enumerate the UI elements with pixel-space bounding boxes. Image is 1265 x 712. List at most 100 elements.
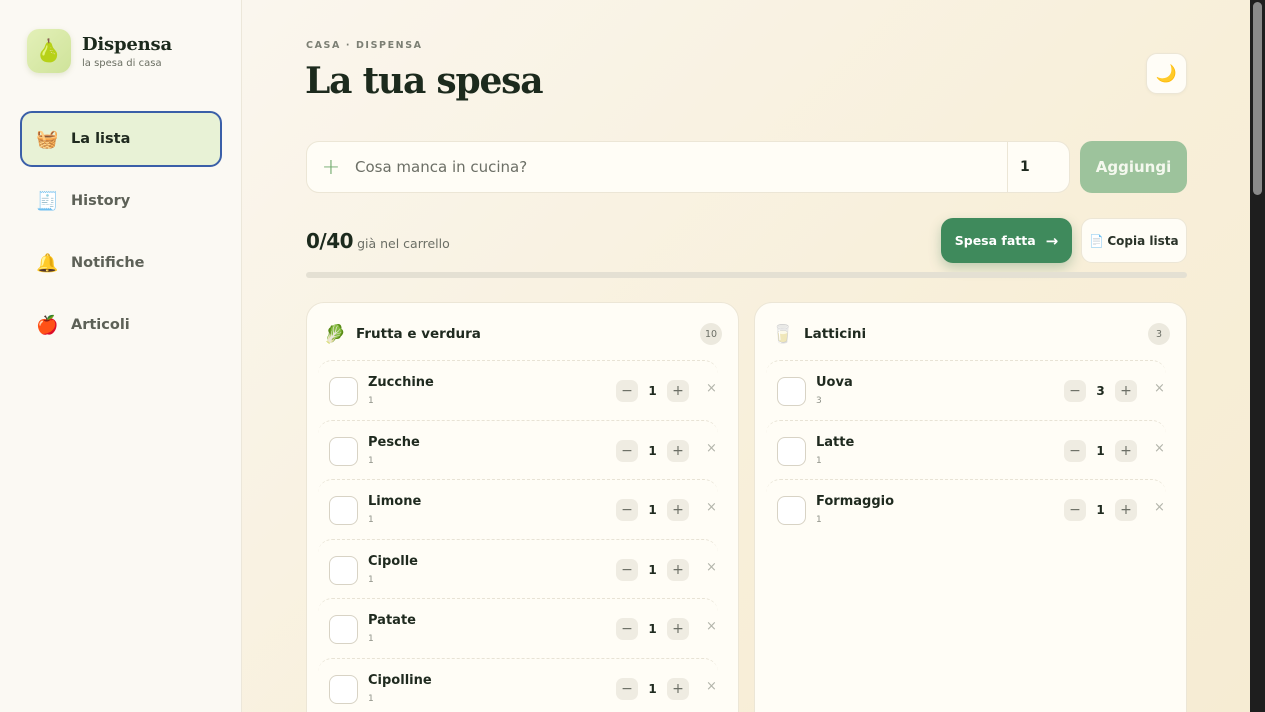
- remove-item-button[interactable]: ×: [706, 441, 717, 456]
- increment-button[interactable]: +: [667, 558, 689, 581]
- decrement-button[interactable]: −: [616, 380, 638, 402]
- sidebar-item-history[interactable]: 🧾 History: [20, 173, 222, 229]
- item-checkbox[interactable]: [329, 615, 358, 644]
- remove-item-button[interactable]: ×: [1154, 500, 1165, 515]
- decrement-button[interactable]: −: [1064, 499, 1086, 521]
- quantity-value: 1: [1096, 503, 1105, 517]
- item-checkbox[interactable]: [329, 377, 358, 406]
- bell-icon: 🔔: [36, 252, 59, 274]
- main-content: CASA · DISPENSA La tua spesa 🌙 + Aggiung…: [242, 0, 1250, 712]
- copy-list-button[interactable]: 📄 Copia lista: [1081, 218, 1187, 263]
- category-title: Frutta e verdura: [356, 326, 481, 342]
- copy-list-label: Copia lista: [1107, 233, 1179, 248]
- decrement-button[interactable]: −: [1064, 439, 1086, 462]
- scrollbar[interactable]: [1250, 0, 1265, 712]
- quantity-stepper: −1 +: [616, 380, 689, 402]
- quantity-stepper: −1 +: [616, 677, 689, 700]
- decrement-button[interactable]: −: [616, 439, 638, 462]
- quantity-value: 1: [648, 562, 657, 577]
- quantity-stepper: −1 +: [616, 558, 689, 581]
- sidebar-item-notifiche[interactable]: 🔔 Notifiche: [20, 235, 222, 291]
- quantity-value: 1: [1096, 443, 1105, 458]
- shopping-done-button[interactable]: Spesa fatta →: [941, 218, 1072, 263]
- sidebar-item-label: Notifiche: [71, 255, 145, 271]
- item-quantity-note: 1: [368, 396, 374, 406]
- quantity-value: 1: [648, 622, 657, 636]
- item-quantity-note: 1: [368, 693, 374, 704]
- category-title: Latticini: [804, 326, 867, 342]
- item-quantity-note: 3: [816, 396, 822, 406]
- item-checkbox[interactable]: [329, 436, 358, 466]
- increment-button[interactable]: +: [1115, 380, 1137, 402]
- remove-item-button[interactable]: ×: [706, 381, 717, 396]
- cart-progress-label: già nel carrello: [357, 236, 450, 251]
- list-item: Uova 3−3 + ×: [766, 360, 1166, 420]
- item-checkbox[interactable]: [329, 674, 358, 704]
- remove-item-button[interactable]: ×: [1154, 381, 1165, 396]
- apple-icon: 🍎: [36, 314, 59, 336]
- glass-of-milk-icon: 🥛: [771, 323, 795, 345]
- increment-button[interactable]: +: [667, 677, 689, 700]
- increment-button[interactable]: +: [667, 380, 689, 402]
- increment-button[interactable]: +: [1115, 499, 1137, 521]
- pear-logo-icon: 🍐: [27, 29, 71, 73]
- item-checkbox[interactable]: [329, 555, 358, 585]
- item-name: Cipolle: [368, 553, 418, 569]
- add-button[interactable]: Aggiungi: [1080, 141, 1187, 193]
- quantity-value: 1: [648, 503, 657, 517]
- item-name: Latte: [816, 434, 855, 450]
- remove-item-button[interactable]: ×: [706, 560, 717, 575]
- sidebar-item-label: La lista: [71, 131, 131, 147]
- item-name-input[interactable]: [355, 158, 1007, 176]
- quantity-stepper: −1 +: [1064, 439, 1137, 462]
- increment-button[interactable]: +: [667, 499, 689, 521]
- category-header: 🥬 Frutta e verdura 10: [323, 323, 722, 345]
- quantity-value: 3: [1096, 384, 1105, 398]
- quantity-input[interactable]: [1007, 142, 1069, 192]
- scrollbar-thumb[interactable]: [1253, 2, 1262, 195]
- add-item-bar: +: [306, 141, 1070, 193]
- item-checkbox[interactable]: [777, 436, 806, 466]
- sidebar-item-articoli[interactable]: 🍎 Articoli: [20, 297, 222, 353]
- increment-button[interactable]: +: [667, 439, 689, 462]
- sidebar-item-label: Articoli: [71, 317, 130, 333]
- list-item: Cipolle 1−1 + ×: [318, 538, 718, 599]
- decrement-button[interactable]: −: [616, 499, 638, 521]
- remove-item-button[interactable]: ×: [1154, 441, 1165, 456]
- decrement-button[interactable]: −: [616, 558, 638, 581]
- quantity-stepper: −3 +: [1064, 380, 1137, 402]
- item-quantity-note: 1: [368, 634, 374, 644]
- list-item: Cipolline 1−1 + ×: [318, 657, 718, 712]
- remove-item-button[interactable]: ×: [706, 619, 717, 634]
- moon-icon: 🌙: [1155, 63, 1178, 83]
- quantity-stepper: −1 +: [616, 439, 689, 462]
- receipt-icon: 🧾: [36, 190, 59, 212]
- remove-item-button[interactable]: ×: [706, 679, 717, 694]
- quantity-stepper: −1 +: [616, 499, 689, 521]
- item-quantity-note: 1: [816, 515, 822, 525]
- brand-name: Dispensa: [82, 33, 172, 55]
- decrement-button[interactable]: −: [616, 677, 638, 700]
- increment-button[interactable]: +: [1115, 439, 1137, 462]
- item-checkbox[interactable]: [329, 496, 358, 525]
- increment-button[interactable]: +: [667, 618, 689, 640]
- item-quantity-note: 1: [368, 455, 374, 466]
- item-checkbox[interactable]: [777, 377, 806, 406]
- plus-icon: +: [321, 154, 341, 180]
- sidebar-item-la-lista[interactable]: 🧺 La lista: [20, 111, 222, 167]
- category-count-badge: 10: [700, 323, 722, 345]
- quantity-value: 1: [648, 681, 657, 696]
- decrement-button[interactable]: −: [616, 618, 638, 640]
- decrement-button[interactable]: −: [1064, 380, 1086, 402]
- brand-subtitle: la spesa di casa: [82, 57, 162, 69]
- category-header: 🥛 Latticini 3: [771, 323, 1170, 345]
- list-item: Zucchine 1−1 + ×: [318, 360, 718, 420]
- document-icon: 📄: [1089, 233, 1105, 248]
- quantity-stepper: −1 +: [1064, 499, 1137, 521]
- progress-bar: [306, 272, 1187, 278]
- category-card-frutta-e-verdura: 🥬 Frutta e verdura 10 Zucchine 1−1 + × Pesche 1−…: [306, 302, 739, 712]
- basket-icon: 🧺: [36, 128, 59, 150]
- remove-item-button[interactable]: ×: [706, 500, 717, 515]
- theme-toggle-button[interactable]: 🌙: [1146, 53, 1187, 94]
- item-checkbox[interactable]: [777, 496, 806, 525]
